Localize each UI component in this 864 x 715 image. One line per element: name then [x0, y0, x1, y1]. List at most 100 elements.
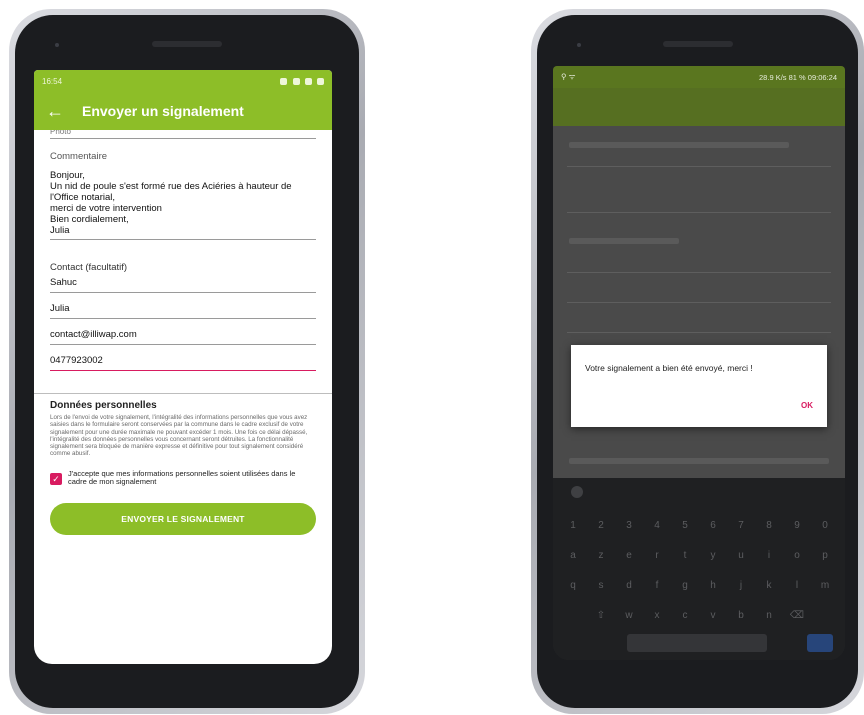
status-bar: 16:54: [34, 70, 332, 92]
keyboard-row-3: ⇧ w x c v b n ⌫: [553, 604, 845, 626]
personal-data-title: Données personnelles: [50, 400, 157, 411]
status-icons: [277, 77, 324, 86]
key[interactable]: y: [702, 544, 724, 566]
backspace-key[interactable]: ⌫: [786, 604, 808, 626]
send-report-button[interactable]: ENVOYER LE SIGNALEMENT: [50, 502, 316, 535]
first-name-field[interactable]: Julia: [50, 293, 316, 319]
usb-icon: ⚲: [561, 72, 567, 81]
consent-checkbox[interactable]: ✓: [50, 472, 62, 485]
dimmed-divider: [567, 272, 831, 273]
key[interactable]: t: [674, 544, 696, 566]
dialog-ok-button[interactable]: OK: [801, 401, 813, 410]
key[interactable]: 5: [674, 514, 696, 536]
phone-frame-left: 16:54 ← Envoyer un signalement Photo Com…: [9, 9, 365, 714]
alarm-icon: [280, 77, 288, 85]
status-bar: ⚲ ᯤ 28.9 K/s 81 % 09:06:24: [553, 66, 845, 88]
google-icon[interactable]: [571, 486, 583, 498]
key[interactable]: 6: [702, 514, 724, 536]
screen-confirmation: ⚲ ᯤ 28.9 K/s 81 % 09:06:24 Votre signale…: [553, 66, 845, 660]
key[interactable]: k: [758, 574, 780, 596]
last-name-field[interactable]: Sahuc: [50, 273, 316, 293]
symbols-key[interactable]: [565, 634, 587, 652]
key[interactable]: 8: [758, 514, 780, 536]
photo-field[interactable]: Photo: [50, 130, 316, 139]
key[interactable]: q: [562, 574, 584, 596]
dimmed-text: [569, 142, 789, 148]
key[interactable]: i: [758, 544, 780, 566]
key[interactable]: 1: [562, 514, 584, 536]
page-title: Envoyer un signalement: [82, 103, 244, 119]
phone-field[interactable]: 0477923002: [50, 345, 316, 371]
dimmed-divider: [567, 332, 831, 333]
dimmed-text: [569, 238, 679, 244]
key[interactable]: v: [702, 604, 724, 626]
key[interactable]: l: [786, 574, 808, 596]
key[interactable]: d: [618, 574, 640, 596]
dimmed-text: [569, 458, 829, 464]
keyboard-row-numbers: 1 2 3 4 5 6 7 8 9 0: [553, 514, 845, 536]
dialog-message: Votre signalement a bien été envoyé, mer…: [585, 363, 753, 373]
key[interactable]: 4: [646, 514, 668, 536]
phone-frame-right: ⚲ ᯤ 28.9 K/s 81 % 09:06:24 Votre signale…: [531, 9, 864, 714]
keyboard-row-2: q s d f g h j k l m: [553, 574, 845, 596]
key[interactable]: c: [674, 604, 696, 626]
report-form: Photo Commentaire Bonjour, Un nid de pou…: [34, 130, 332, 535]
dimmed-divider: [567, 302, 831, 303]
key[interactable]: s: [590, 574, 612, 596]
keyboard-bottom-row: [553, 634, 845, 652]
status-time: 16:54: [42, 76, 63, 86]
key[interactable]: b: [730, 604, 752, 626]
key[interactable]: 2: [590, 514, 612, 536]
key[interactable]: 9: [786, 514, 808, 536]
dimmed-divider: [567, 166, 831, 167]
key[interactable]: 7: [730, 514, 752, 536]
key[interactable]: m: [814, 574, 836, 596]
key[interactable]: u: [730, 544, 752, 566]
front-camera: [577, 43, 581, 47]
status-right-text: 28.9 K/s 81 % 09:06:24: [759, 72, 837, 82]
key[interactable]: f: [646, 574, 668, 596]
wifi-icon: ᯤ: [568, 72, 576, 81]
signal-icon: [304, 77, 312, 85]
soft-keyboard: 1 2 3 4 5 6 7 8 9 0 a z e r t y u i o p …: [553, 478, 845, 660]
front-camera: [55, 43, 59, 47]
email-field[interactable]: contact@illiwap.com: [50, 319, 316, 345]
key[interactable]: n: [758, 604, 780, 626]
earpiece-speaker: [662, 41, 733, 47]
key[interactable]: e: [618, 544, 640, 566]
keyboard-row-1: a z e r t y u i o p: [553, 544, 845, 566]
enter-key[interactable]: [807, 634, 833, 652]
key[interactable]: p: [814, 544, 836, 566]
notification-icon: [292, 77, 300, 85]
key[interactable]: r: [646, 544, 668, 566]
confirmation-dialog: Votre signalement a bien été envoyé, mer…: [571, 345, 827, 427]
consent-label: J'accepte que mes informations personnel…: [68, 468, 296, 487]
key[interactable]: h: [702, 574, 724, 596]
key[interactable]: o: [786, 544, 808, 566]
app-bar: ← Envoyer un signalement: [34, 92, 332, 130]
key[interactable]: j: [730, 574, 752, 596]
app-bar-dimmed: [553, 88, 845, 126]
status-left-icons: ⚲ ᯤ: [561, 72, 575, 82]
dimmed-divider: [567, 212, 831, 213]
key[interactable]: w: [618, 604, 640, 626]
comment-field[interactable]: Bonjour, Un nid de poule s'est formé rue…: [50, 170, 316, 240]
divider: [34, 393, 332, 394]
key[interactable]: a: [562, 544, 584, 566]
battery-icon: [317, 77, 324, 85]
comment-label: Commentaire: [50, 151, 108, 162]
key[interactable]: 3: [618, 514, 640, 536]
earpiece-speaker: [152, 41, 222, 47]
key[interactable]: z: [590, 544, 612, 566]
key[interactable]: g: [674, 574, 696, 596]
contact-label: Contact (facultatif): [50, 262, 128, 273]
keyboard-suggestion-bar: [553, 478, 845, 506]
back-arrow-icon[interactable]: ←: [46, 102, 70, 120]
consent-row[interactable]: ✓ J'accepte que mes informations personn…: [50, 468, 316, 487]
personal-data-notice: Lors de l'envoi de votre signalement, l'…: [50, 414, 308, 458]
space-key[interactable]: [627, 634, 767, 652]
shift-key[interactable]: ⇧: [590, 604, 612, 626]
key[interactable]: x: [646, 604, 668, 626]
key[interactable]: 0: [814, 514, 836, 536]
screen-report-form: 16:54 ← Envoyer un signalement Photo Com…: [34, 70, 332, 664]
